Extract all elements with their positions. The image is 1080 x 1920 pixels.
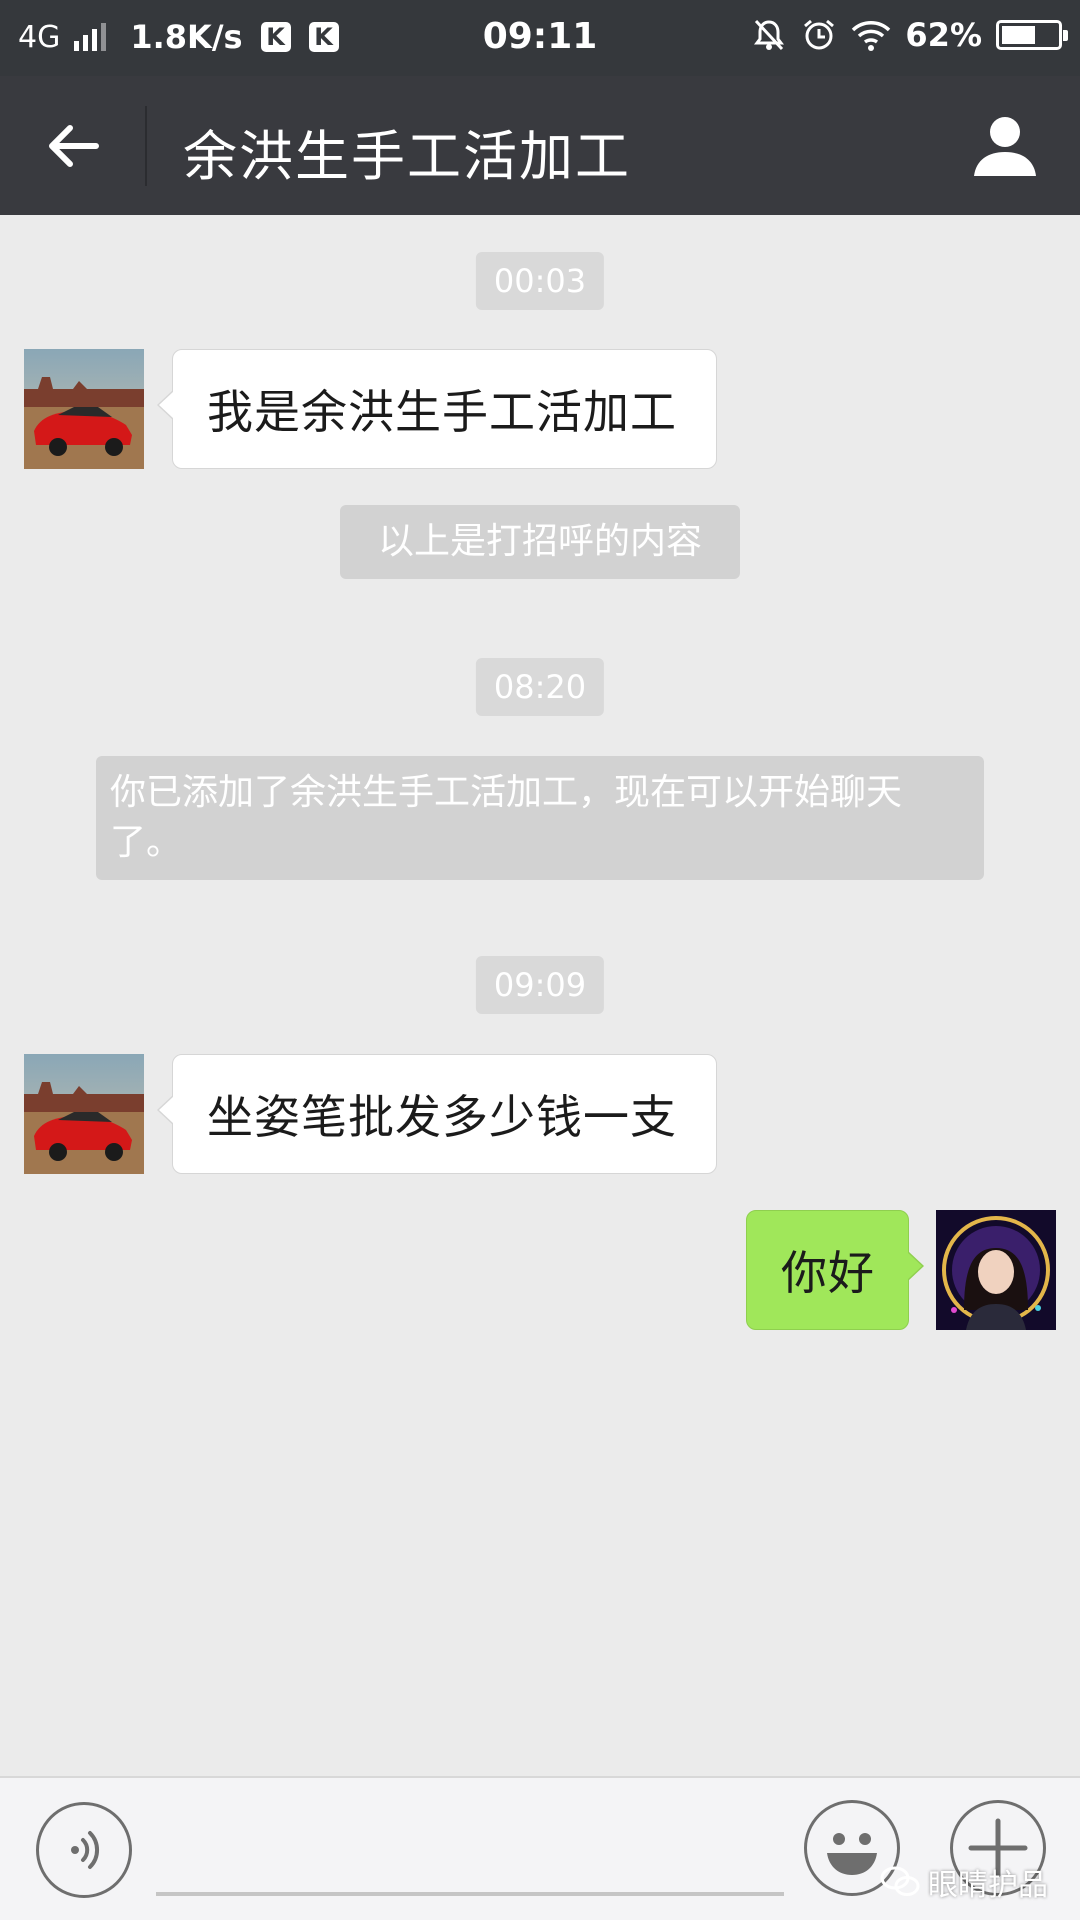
woman-portrait-avatar [936, 1210, 1056, 1330]
my-avatar[interactable] [936, 1210, 1056, 1330]
mute-bell-icon [754, 19, 785, 51]
message-text: 我是余洪生手工活加工 [207, 385, 677, 439]
system-message: 以上是打招呼的内容 [340, 505, 740, 579]
system-message-text: 以上是打招呼的内容 [377, 521, 702, 562]
k-app-icon: K [308, 22, 339, 52]
red-car-avatar [24, 349, 144, 469]
contact-avatar[interactable] [24, 1054, 144, 1174]
message-text: 坐姿笔批发多少钱一支 [207, 1090, 677, 1144]
contact-avatar[interactable] [24, 349, 144, 469]
status-right: 62% [751, 16, 1068, 54]
outgoing-message-bubble[interactable]: 你好 [746, 1210, 924, 1330]
chat-info-button[interactable] [970, 110, 1040, 180]
network-speed: 1.8K/s [130, 18, 243, 56]
incoming-message-bubble[interactable]: 我是余洪生手工活加工 [157, 349, 717, 469]
battery-fill [1002, 26, 1035, 44]
back-button[interactable] [30, 106, 116, 186]
arrow-left-icon [49, 125, 99, 167]
system-message-text: 你已添加了余洪生手工活加工，现在可以开始聊天了。 [110, 772, 903, 863]
network-type: 4G [18, 19, 61, 55]
wechat-icon [880, 1866, 920, 1896]
alarm-icon [804, 19, 835, 50]
title-divider [145, 106, 147, 186]
person-icon [974, 117, 1036, 176]
voice-icon [71, 1831, 100, 1869]
status-bar: 4G 1.8K/s K K 09:11 62% [0, 0, 1080, 76]
voice-button[interactable] [36, 1802, 132, 1898]
system-message: 你已添加了余洪生手工活加工，现在可以开始聊天了。 [96, 756, 984, 880]
battery-icon [996, 20, 1068, 50]
incoming-message-bubble[interactable]: 坐姿笔批发多少钱一支 [157, 1054, 717, 1174]
time-stamp: 09:09 [475, 956, 605, 1014]
battery-percent: 62% [905, 16, 982, 54]
message-text: 你好 [781, 1246, 875, 1300]
k-app-icon: K [260, 22, 291, 52]
watermark-text: 眼睛护品 [928, 1868, 1048, 1903]
watermark: 眼睛护品 [880, 1860, 1048, 1904]
input-bar: 眼睛护品 [0, 1776, 1080, 1920]
signal-icon [74, 23, 107, 51]
time-stamp: 00:03 [475, 252, 605, 310]
status-left: 4G 1.8K/s K K [18, 18, 339, 56]
chat-title: 余洪生手工活加工 [183, 125, 631, 188]
wifi-icon [852, 21, 891, 51]
time-stamp: 08:20 [475, 658, 605, 716]
red-car-avatar [24, 1054, 144, 1174]
title-bar: 余洪生手工活加工 [0, 76, 1080, 215]
message-input[interactable] [156, 1892, 784, 1896]
